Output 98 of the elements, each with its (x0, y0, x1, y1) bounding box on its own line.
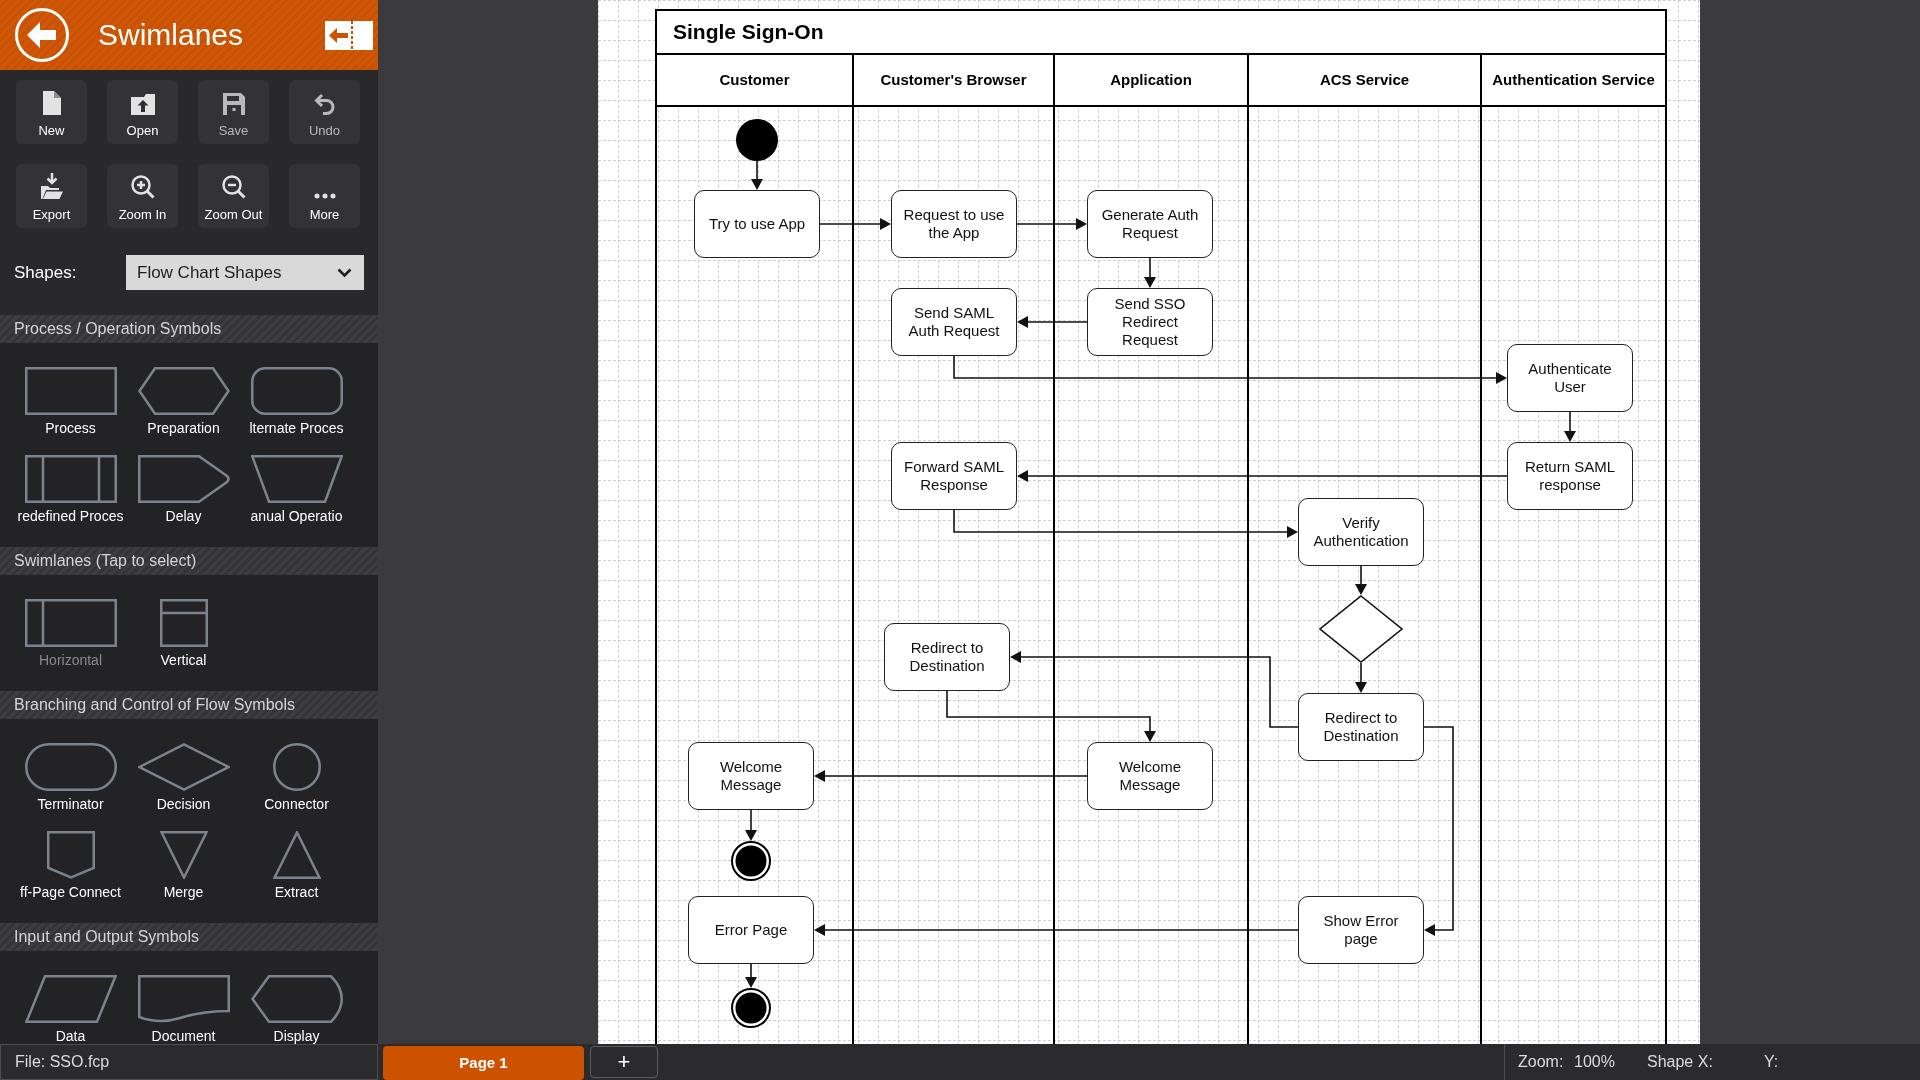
action-node: Generate Auth Request (1087, 190, 1213, 258)
zoom-label: Zoom: (1518, 1052, 1565, 1072)
zoom-out-icon (221, 175, 246, 199)
pill-icon (24, 743, 117, 791)
vertical-lane-icon (159, 599, 208, 647)
shape-y-label: Y: (1764, 1052, 1779, 1072)
document-icon (42, 91, 61, 115)
shape-tile[interactable]: Data (14, 975, 127, 1043)
shape-tile[interactable]: anual Operatio (240, 455, 353, 523)
undo-icon (313, 93, 336, 115)
trapezoid-icon (250, 455, 343, 503)
down-triangle-icon (159, 831, 208, 879)
back-button[interactable] (15, 8, 69, 62)
pentagon-arrow-icon (137, 455, 230, 503)
shapes-label: Shapes: (14, 261, 78, 284)
connector-arrow (1144, 257, 1156, 288)
shape-tile[interactable]: Delay (127, 455, 240, 523)
lane-header: Application (1055, 55, 1249, 105)
shape-tile[interactable]: Decision (127, 743, 240, 811)
more-icon (313, 193, 336, 199)
folder-download-icon (40, 173, 63, 199)
action-node: Show Error page (1298, 896, 1424, 964)
section-header: Process / Operation Symbols (0, 315, 378, 343)
shape-tile[interactable]: Display (240, 975, 353, 1043)
toolbar-button[interactable]: Open (107, 80, 178, 144)
rectangle-with-side-bars-icon (24, 455, 117, 503)
pentagon-icon (46, 831, 95, 879)
shape-tile[interactable]: Process (14, 367, 127, 435)
action-node: Welcome Message (1087, 742, 1213, 810)
toolbar-button[interactable]: Export (16, 164, 87, 228)
connector-arrow (745, 809, 757, 841)
connector-arrow (1564, 411, 1576, 442)
folder-upload-icon (130, 93, 155, 115)
shape-tile[interactable]: ff-Page Connect (14, 831, 127, 899)
section-header: Input and Output Symbols (0, 923, 378, 951)
horizontal-lane-icon (24, 599, 117, 647)
circle-icon (272, 743, 321, 791)
shape-tile[interactable]: Connector (240, 743, 353, 811)
shape-tile[interactable]: Merge (127, 831, 240, 899)
action-node: Verify Authentication (1298, 498, 1424, 566)
lane-header: Authentication Service (1491, 69, 1656, 90)
lane-header: Customer's Browser (854, 55, 1055, 105)
app-title: Swimlanes (98, 17, 244, 53)
toolbar-button[interactable]: More (289, 164, 360, 228)
shape-tile[interactable]: lternate Proces (240, 367, 353, 435)
action-node: Forward SAML Response (891, 442, 1017, 510)
shape-x-label: Shape X: (1647, 1052, 1714, 1072)
toolbar-button[interactable]: Zoom In (107, 164, 178, 228)
action-node: Redirect to Destination (1298, 693, 1424, 761)
toolbar-button[interactable]: New (16, 80, 87, 144)
rounded-rectangle-icon (250, 367, 343, 415)
zoom-value: 100% (1574, 1052, 1616, 1072)
shape-tile[interactable]: redefined Proces (14, 455, 127, 523)
shape-tile[interactable]: Document (127, 975, 240, 1043)
action-node: Redirect to Destination (884, 623, 1010, 691)
triangle-icon (272, 831, 321, 879)
action-node: Error Page (688, 896, 814, 964)
end-node (731, 988, 771, 1028)
action-node: Send SSO Redirect Request (1087, 288, 1213, 356)
section-header: Branching and Control of Flow Symbols (0, 691, 378, 719)
zoom-in-icon (130, 175, 155, 199)
page-tab[interactable]: Page 1 (383, 1046, 584, 1080)
collapse-panel-button[interactable] (325, 20, 373, 50)
chevron-down-icon (337, 267, 352, 278)
file-name-label: File: SSO.fcp (0, 1044, 378, 1080)
connector-arrow (1355, 565, 1367, 595)
shape-tile[interactable]: Terminator (14, 743, 127, 811)
action-node: Send SAML Auth Request (891, 288, 1017, 356)
action-node: Return SAML response (1507, 442, 1633, 510)
action-node: Request to use the App (891, 190, 1017, 258)
add-page-button[interactable]: + (590, 1046, 658, 1078)
diamond-icon (137, 743, 230, 791)
connector-arrow (819, 218, 891, 230)
hexagon-icon (137, 367, 230, 415)
pool-title: Single Sign-On (657, 11, 1665, 55)
connector-arrow (1355, 662, 1367, 693)
connector-arrow (745, 963, 757, 988)
display-shape-icon (250, 975, 343, 1023)
toolbar-button[interactable]: Zoom Out (198, 164, 269, 228)
action-node: Try to use App (694, 190, 820, 258)
lane-header: ACS Service (1249, 55, 1482, 105)
collapse-panel-icon (325, 20, 373, 50)
shapes-dropdown[interactable]: Flow Chart Shapes (126, 255, 364, 290)
shape-tile[interactable]: Vertical (127, 599, 240, 667)
shape-tile[interactable]: Extract (240, 831, 353, 899)
shape-tile[interactable]: Horizontal (14, 599, 127, 667)
action-node: Welcome Message (688, 742, 814, 810)
section-header: Swimlanes (Tap to select) (0, 547, 378, 575)
lane-header: Customer (657, 55, 854, 105)
end-node (731, 841, 771, 881)
connector-arrow (1017, 316, 1088, 328)
connector-arrow (1016, 218, 1087, 230)
start-node (736, 119, 778, 161)
shape-tile[interactable]: Preparation (127, 367, 240, 435)
action-node: Authenticate User (1507, 344, 1633, 412)
rectangle-icon (24, 367, 117, 415)
connector-arrow (751, 160, 763, 190)
parallelogram-icon (24, 975, 117, 1023)
